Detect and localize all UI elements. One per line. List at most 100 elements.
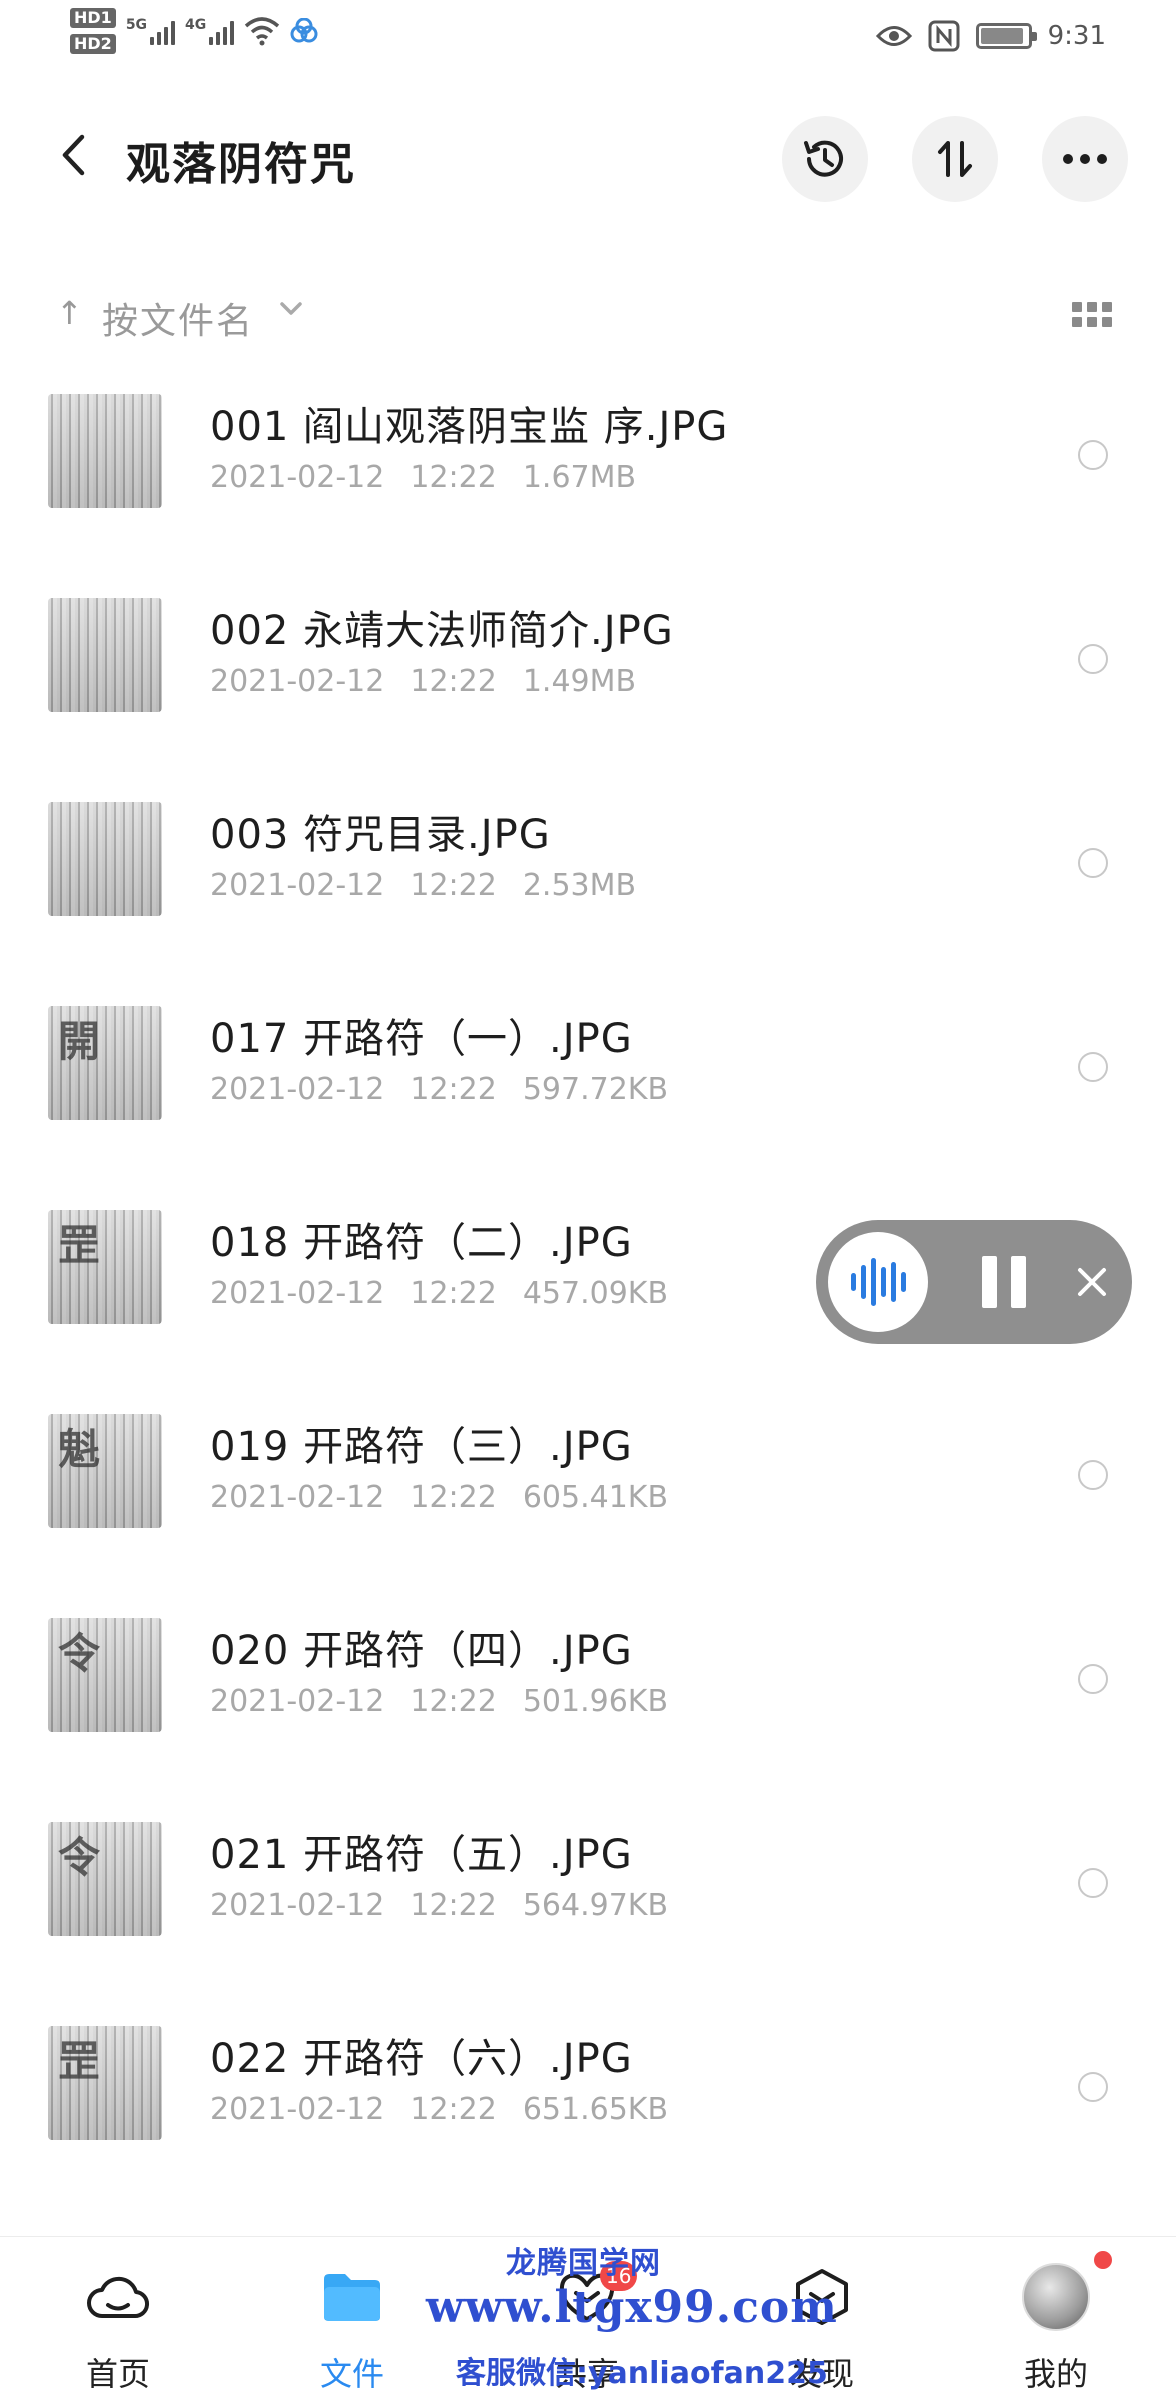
file-row[interactable]: 003 符咒目录.JPG 2021-02-12 12:22 2.53MB (0, 758, 1176, 962)
file-thumbnail[interactable]: 罡 (48, 1210, 162, 1324)
file-time: 12:22 (410, 1276, 497, 1311)
file-date: 2021-02-12 (210, 1684, 385, 1719)
file-size: 501.96KB (522, 1684, 669, 1719)
sort-bar: ↑ 按文件名 (0, 280, 1176, 350)
file-row[interactable]: 開 017 开路符（一）.JPG 2021-02-12 12:22 597.72KB (0, 962, 1176, 1166)
folder-icon (317, 2265, 387, 2329)
file-size: 1.67MB (522, 460, 637, 495)
status-right: 9:31 (875, 20, 1106, 52)
file-row[interactable]: 令 020 开路符（四）.JPG 2021-02-12 12:22 501.96KB (0, 1574, 1176, 1778)
file-thumbnail[interactable]: 魁 (48, 1414, 162, 1528)
signal-sim2-icon: 4G (185, 17, 235, 45)
file-thumbnail[interactable] (48, 598, 162, 712)
select-radio[interactable] (1078, 440, 1108, 470)
file-thumbnail[interactable]: 開 (48, 1006, 162, 1120)
more-button[interactable] (1042, 116, 1128, 202)
file-time: 12:22 (410, 1480, 497, 1515)
file-name: 002 永靖大法师简介.JPG (210, 608, 674, 654)
history-button[interactable] (782, 116, 868, 202)
back-button[interactable] (48, 128, 98, 182)
file-size: 605.41KB (522, 1480, 669, 1515)
file-thumbnail[interactable]: 令 (48, 1822, 162, 1936)
profile-notification-dot (1094, 2251, 1112, 2269)
file-name: 022 开路符（六）.JPG (210, 2036, 633, 2082)
chevron-left-icon (62, 134, 85, 176)
file-time: 12:22 (410, 460, 497, 495)
file-size: 2.53MB (522, 868, 637, 903)
thumbnail-glyph: 令 (58, 1833, 101, 1882)
hd-indicators: HD1 HD2 (70, 8, 116, 54)
audio-wave-icon[interactable] (828, 1232, 928, 1332)
more-icon (1063, 154, 1107, 164)
file-name: 018 开路符（二）.JPG (210, 1220, 633, 1266)
history-icon (804, 140, 843, 177)
file-row[interactable]: 令 021 开路符（五）.JPG 2021-02-12 12:22 564.97KB (0, 1778, 1176, 1982)
select-radio[interactable] (1078, 644, 1108, 674)
file-name: 020 开路符（四）.JPG (210, 1628, 633, 1674)
file-thumbnail[interactable]: 罡 (48, 2026, 162, 2140)
grid-view-icon[interactable] (1072, 302, 1112, 328)
chevron-down-icon[interactable] (278, 300, 304, 318)
file-name: 001 阎山观落阴宝监 序.JPG (210, 404, 729, 450)
thumbnail-glyph: 罡 (58, 1221, 101, 1270)
file-size: 457.09KB (522, 1276, 669, 1311)
app-notification-icon (290, 18, 318, 43)
nav-home[interactable]: 首页 (18, 2237, 218, 2400)
sort-toggle-button[interactable] (912, 116, 998, 202)
file-name: 003 符咒目录.JPG (210, 812, 551, 858)
nav-profile[interactable]: 我的 (956, 2237, 1156, 2400)
nav-files[interactable]: 文件 (252, 2237, 452, 2400)
nav-profile-label: 我的 (1023, 2355, 1088, 2393)
thumbnail-glyph: 魁 (58, 1425, 101, 1474)
eye-icon (875, 26, 912, 46)
sort-by-label[interactable]: 按文件名 (102, 292, 254, 344)
file-name: 017 开路符（一）.JPG (210, 1016, 633, 1062)
file-row[interactable]: 罡 022 开路符（六）.JPG 2021-02-12 12:22 651.65KB (0, 1982, 1176, 2186)
file-row[interactable]: 魁 019 开路符（三）.JPG 2021-02-12 12:22 605.41KB (0, 1370, 1176, 1574)
sort-direction-icon[interactable]: ↑ (56, 294, 83, 332)
close-icon[interactable] (1066, 1256, 1118, 1308)
file-date: 2021-02-12 (210, 664, 385, 699)
nav-home-label: 首页 (85, 2355, 150, 2393)
status-bar: HD1 HD2 5G 4G 9:31 (0, 0, 1176, 70)
select-radio[interactable] (1078, 1460, 1108, 1490)
watermark-contact: 客服微信:yanliaofan225 (456, 2356, 828, 2391)
page-title: 观落阴符咒 (126, 139, 356, 190)
select-radio[interactable] (1078, 2072, 1108, 2102)
file-row[interactable]: 001 阎山观落阴宝监 序.JPG 2021-02-12 12:22 1.67MB (0, 350, 1176, 554)
select-radio[interactable] (1078, 1052, 1108, 1082)
status-time: 9:31 (1047, 21, 1106, 51)
pause-icon[interactable] (982, 1256, 1026, 1308)
select-radio[interactable] (1078, 848, 1108, 878)
file-thumbnail[interactable] (48, 802, 162, 916)
file-meta: 2021-02-12 12:22 1.67MB (210, 460, 662, 495)
file-thumbnail[interactable] (48, 394, 162, 508)
wifi-icon (245, 17, 280, 46)
file-name: 021 开路符（五）.JPG (210, 1832, 633, 1878)
file-thumbnail[interactable]: 令 (48, 1618, 162, 1732)
thumbnail-glyph: 開 (58, 1017, 101, 1066)
file-meta: 2021-02-12 12:22 597.72KB (210, 1072, 694, 1107)
sim2-network-label: 4G (185, 17, 207, 33)
file-date: 2021-02-12 (210, 1480, 385, 1515)
file-row[interactable]: 002 永靖大法师简介.JPG 2021-02-12 12:22 1.49MB (0, 554, 1176, 758)
file-size: 1.49MB (522, 664, 637, 699)
file-time: 12:22 (410, 1888, 497, 1923)
file-date: 2021-02-12 (210, 460, 385, 495)
file-meta: 2021-02-12 12:22 2.53MB (210, 868, 662, 903)
nfc-icon (928, 20, 960, 52)
file-date: 2021-02-12 (210, 2092, 385, 2127)
hd2-badge: HD2 (70, 34, 116, 54)
select-radio[interactable] (1078, 1664, 1108, 1694)
thumbnail-glyph: 罡 (58, 2037, 101, 2086)
file-size: 597.72KB (522, 1072, 669, 1107)
watermark-site: www.ltgx99.com (426, 2282, 838, 2333)
file-time: 12:22 (410, 664, 497, 699)
select-radio[interactable] (1078, 1868, 1108, 1898)
audio-player-pill[interactable] (816, 1220, 1132, 1344)
sort-toggle-icon (938, 141, 972, 177)
file-meta: 2021-02-12 12:22 564.97KB (210, 1888, 694, 1923)
file-meta: 2021-02-12 12:22 1.49MB (210, 664, 662, 699)
file-time: 12:22 (410, 1072, 497, 1107)
avatar (1021, 2263, 1091, 2331)
